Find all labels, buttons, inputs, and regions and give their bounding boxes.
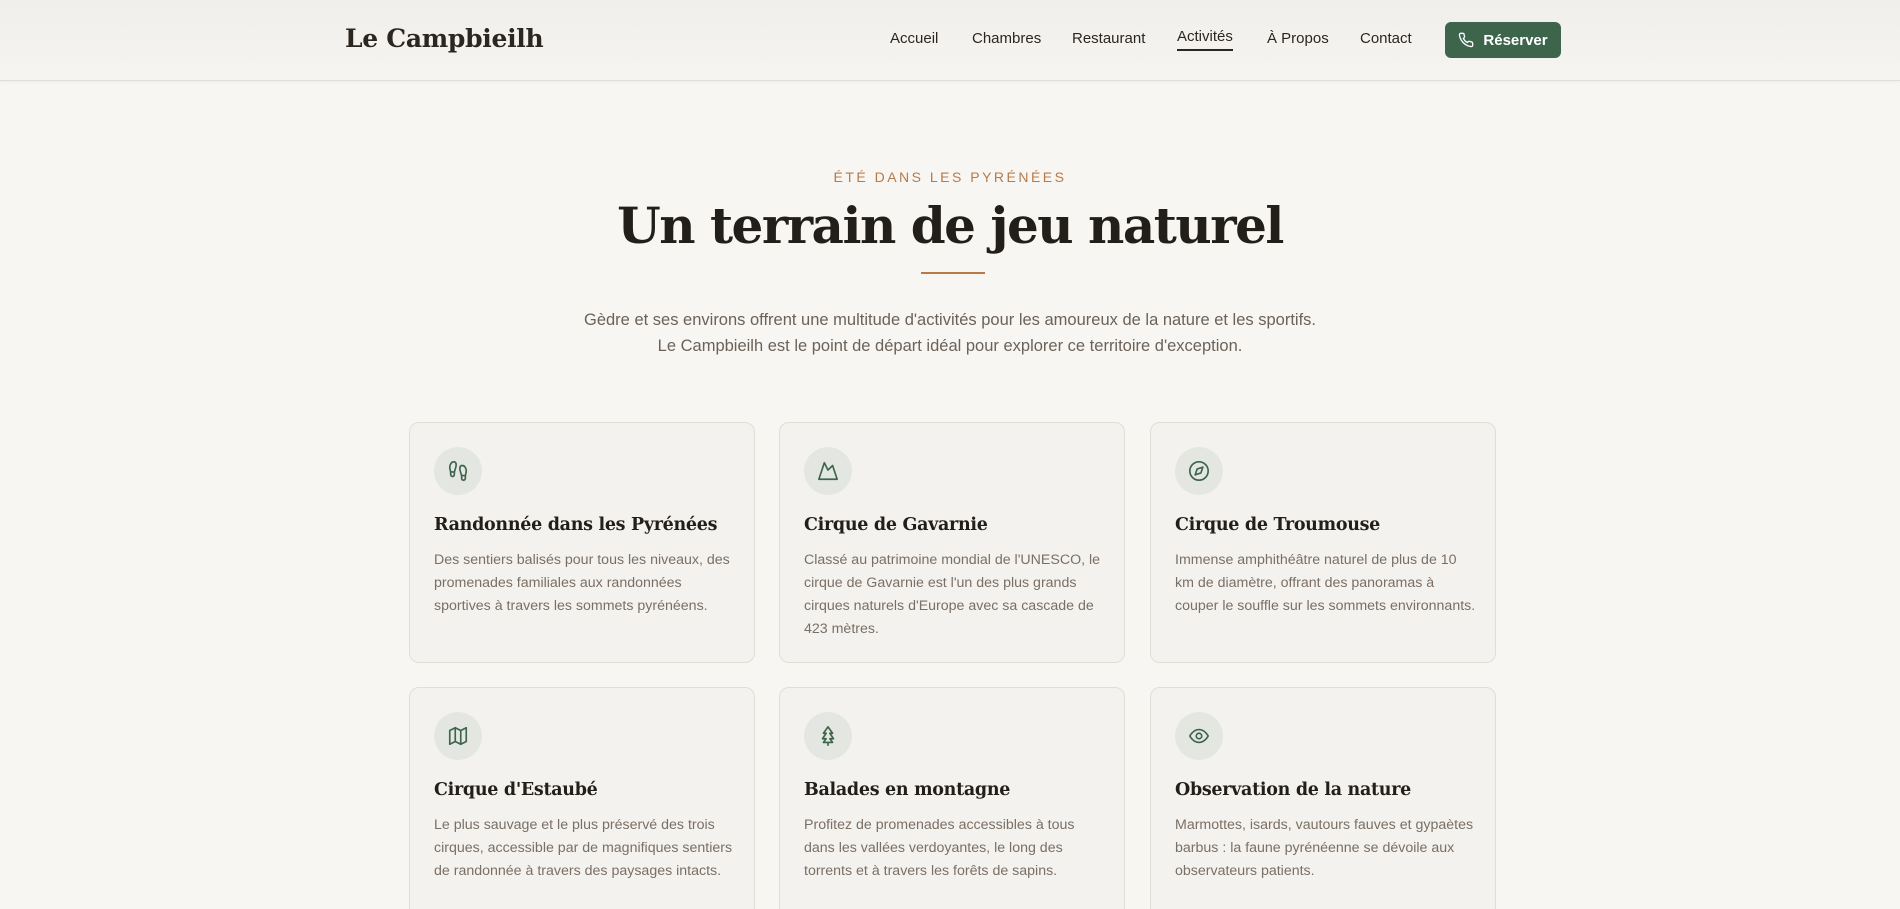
site-logo[interactable]: Le Campbieilh [345,24,544,53]
activity-card-estaube: Cirque d'Estaubé Le plus sauvage et le p… [409,687,755,909]
activity-title: Balades en montagne [804,780,1011,800]
nav-chambres[interactable]: Chambres [972,30,1041,47]
nav-restaurant[interactable]: Restaurant [1072,30,1145,47]
activity-card-balades: Balades en montagne Profitez de promenad… [779,687,1125,909]
section-eyebrow: ÉTÉ DANS LES PYRÉNÉES [833,169,1067,185]
activity-description: Le plus sauvage et le plus préservé des … [434,817,733,879]
activity-title: Observation de la nature [1175,780,1411,800]
activity-description: Des sentiers balisés pour tous les nivea… [434,552,730,614]
section-intro: Gèdre et ses environs offrent une multit… [0,307,1900,359]
tree-icon [804,712,852,760]
activity-description: Classé au patrimoine mondial de l'UNESCO… [804,552,1101,637]
activity-card-observation: Observation de la nature Marmottes, isar… [1150,687,1496,909]
activity-title: Cirque de Gavarnie [804,515,988,535]
nav-contact[interactable]: Contact [1360,30,1412,47]
eye-icon [1175,712,1223,760]
intro-line-1: Gèdre et ses environs offrent une multit… [584,311,1316,329]
reserve-button[interactable]: Réserver [1445,22,1561,58]
phone-icon [1459,32,1474,48]
section-title: Un terrain de jeu naturel [617,196,1284,255]
activity-card-randonnee: Randonnée dans les Pyrénées Des sentiers… [409,422,755,663]
reserve-button-label: Réserver [1483,31,1548,49]
map-icon [434,712,482,760]
activity-description: Profitez de promenades accessibles à tou… [804,817,1075,879]
activity-title: Randonnée dans les Pyrénées [434,515,718,535]
nav-accueil[interactable]: Accueil [890,30,938,47]
nav-a-propos[interactable]: À Propos [1267,30,1329,47]
activity-title: Cirque d'Estaubé [434,780,598,800]
site-header: Le Campbieilh Accueil Chambres Restauran… [0,0,1900,81]
activity-description: Immense amphithéâtre naturel de plus de … [1175,552,1476,614]
footprints-icon [434,447,482,495]
mountain-icon [804,447,852,495]
intro-line-2: Le Campbieilh est le point de départ idé… [657,337,1243,355]
nav-activites[interactable]: Activités [1177,28,1233,51]
activity-title: Cirque de Troumouse [1175,515,1381,535]
activity-card-gavarnie: Cirque de Gavarnie Classé au patrimoine … [779,422,1125,663]
compass-icon [1175,447,1223,495]
title-divider [921,272,985,274]
activity-card-troumouse: Cirque de Troumouse Immense amphithéâtre… [1150,422,1496,663]
activity-description: Marmottes, isards, vautours fauves et gy… [1175,817,1474,879]
